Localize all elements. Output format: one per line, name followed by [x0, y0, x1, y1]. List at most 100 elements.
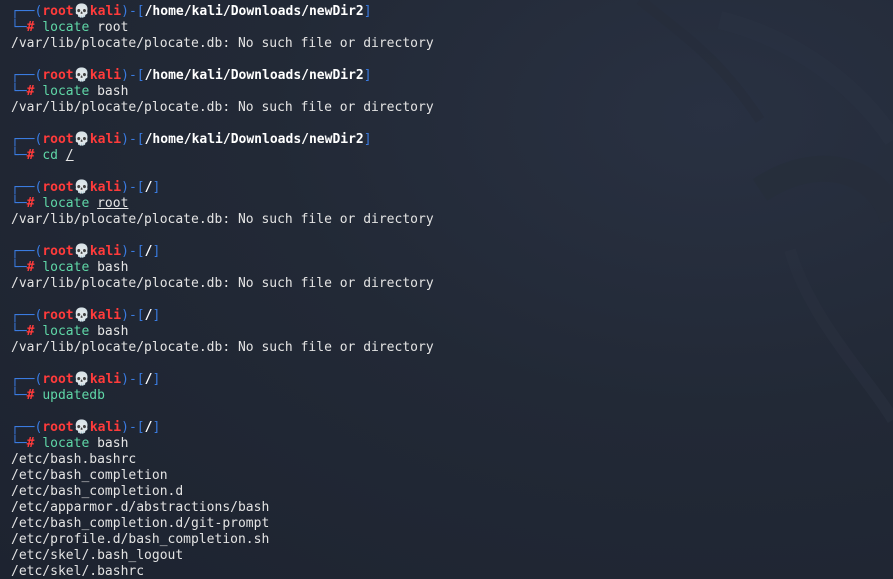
- command-line[interactable]: └─# updatedb: [11, 388, 893, 404]
- prompt-host: kali: [89, 308, 122, 323]
- prompt-frame: )-[: [121, 372, 145, 387]
- prompt-user: root: [42, 308, 74, 323]
- prompt-header-line: ┌──(root💀kali)-[/]: [11, 180, 893, 196]
- terminal-output: ┌──(root💀kali)-[/home/kali/Downloads/new…: [11, 4, 893, 579]
- output-line: /var/lib/plocate/plocate.db: No such fil…: [11, 212, 434, 227]
- prompt-frame: ┌──(: [11, 308, 43, 323]
- prompt-frame: )-[: [121, 244, 145, 259]
- prompt-host: kali: [89, 68, 122, 83]
- prompt-frame: ]: [152, 180, 161, 195]
- command-name: locate: [42, 260, 90, 275]
- prompt-frame: )-[: [121, 132, 145, 147]
- prompt-host: kali: [89, 244, 122, 259]
- skull-icon: 💀: [73, 132, 90, 147]
- skull-icon: 💀: [73, 308, 90, 323]
- skull-icon: 💀: [73, 180, 90, 195]
- prompt-frame: ]: [363, 4, 372, 19]
- prompt-frame: ┌──(: [11, 372, 43, 387]
- prompt-path: /home/kali/Downloads/newDir2: [144, 4, 364, 19]
- command-line[interactable]: └─# locate root: [11, 20, 893, 36]
- output-line: /var/lib/plocate/plocate.db: No such fil…: [11, 36, 434, 51]
- output-line: /etc/bash.bashrc: [11, 452, 137, 467]
- prompt-header-line: ┌──(root💀kali)-[/home/kali/Downloads/new…: [11, 4, 893, 20]
- output-line: /var/lib/plocate/plocate.db: No such fil…: [11, 100, 434, 115]
- prompt-frame: └─: [11, 148, 27, 163]
- command-arg: bash: [97, 436, 129, 451]
- command-arg: root: [97, 196, 129, 211]
- prompt-frame: └─: [11, 20, 27, 35]
- prompt-header-line: ┌──(root💀kali)-[/]: [11, 244, 893, 260]
- prompt-frame: └─: [11, 84, 27, 99]
- prompt-frame: )-[: [121, 4, 145, 19]
- prompt-user: root: [42, 132, 74, 147]
- prompt-user: root: [42, 420, 74, 435]
- output-line: /etc/apparmor.d/abstractions/bash: [11, 500, 270, 515]
- prompt-header-line: ┌──(root💀kali)-[/]: [11, 372, 893, 388]
- prompt-path: /home/kali/Downloads/newDir2: [144, 68, 364, 83]
- prompt-hash: #: [26, 436, 43, 451]
- command-arg: root: [97, 20, 129, 35]
- prompt-frame: ]: [363, 132, 372, 147]
- output-line: /etc/bash_completion: [11, 468, 168, 483]
- command-line[interactable]: └─# locate bash: [11, 436, 893, 452]
- output-line: /etc/skel/.bashrc: [11, 564, 145, 579]
- output-line: /etc/profile.d/bash_completion.sh: [11, 532, 270, 547]
- prompt-frame: ┌──(: [11, 68, 43, 83]
- output-line: /var/lib/plocate/plocate.db: No such fil…: [11, 340, 434, 355]
- command-name: locate: [42, 84, 90, 99]
- command-line[interactable]: └─# cd /: [11, 148, 893, 164]
- prompt-frame: )-[: [121, 308, 145, 323]
- command-name: cd: [42, 148, 58, 163]
- skull-icon: 💀: [73, 420, 90, 435]
- prompt-header-line: ┌──(root💀kali)-[/]: [11, 420, 893, 436]
- prompt-user: root: [42, 244, 74, 259]
- command-arg: bash: [97, 324, 129, 339]
- prompt-frame: └─: [11, 324, 27, 339]
- skull-icon: 💀: [73, 4, 90, 19]
- prompt-frame: ]: [152, 244, 161, 259]
- prompt-frame: ]: [152, 308, 161, 323]
- command-arg: bash: [97, 84, 129, 99]
- skull-icon: 💀: [73, 372, 90, 387]
- command-name: updatedb: [42, 388, 105, 403]
- prompt-host: kali: [89, 132, 122, 147]
- command-name: locate: [42, 20, 90, 35]
- prompt-hash: #: [26, 148, 43, 163]
- prompt-frame: )-[: [121, 180, 145, 195]
- output-line: /etc/bash_completion.d/git-prompt: [11, 516, 270, 531]
- command-line[interactable]: └─# locate root: [11, 196, 893, 212]
- command-name: locate: [42, 196, 90, 211]
- output-line: /etc/skel/.bash_logout: [11, 548, 184, 563]
- prompt-frame: )-[: [121, 68, 145, 83]
- terminal-window[interactable]: ┌──(root💀kali)-[/home/kali/Downloads/new…: [0, 0, 893, 579]
- prompt-hash: #: [26, 20, 43, 35]
- command-name: locate: [42, 436, 90, 451]
- prompt-frame: └─: [11, 388, 27, 403]
- prompt-frame: └─: [11, 196, 27, 211]
- command-line[interactable]: └─# locate bash: [11, 324, 893, 340]
- skull-icon: 💀: [73, 68, 90, 83]
- prompt-frame: ┌──(: [11, 180, 43, 195]
- skull-icon: 💀: [73, 244, 90, 259]
- prompt-frame: ┌──(: [11, 132, 43, 147]
- prompt-hash: #: [26, 388, 43, 403]
- output-line: /etc/bash_completion.d: [11, 484, 184, 499]
- prompt-user: root: [42, 68, 74, 83]
- prompt-frame: └─: [11, 260, 27, 275]
- command-line[interactable]: └─# locate bash: [11, 84, 893, 100]
- prompt-host: kali: [89, 420, 122, 435]
- prompt-hash: #: [26, 324, 43, 339]
- prompt-frame: ┌──(: [11, 4, 43, 19]
- command-line[interactable]: └─# locate bash: [11, 260, 893, 276]
